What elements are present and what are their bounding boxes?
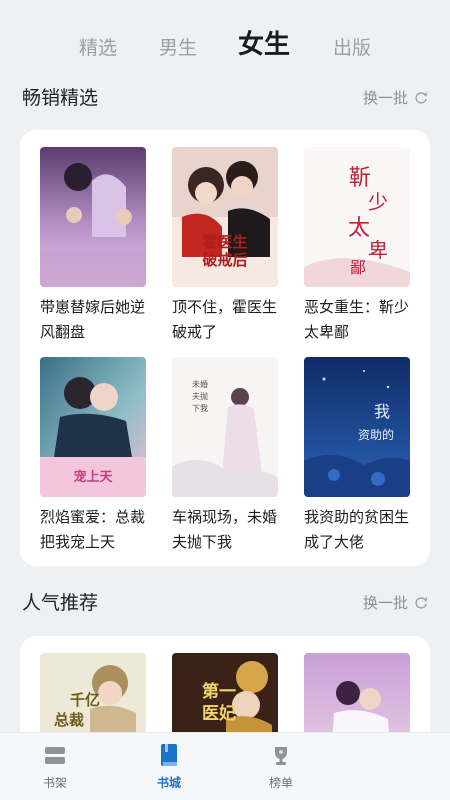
svg-text:夫抛: 夫抛 (192, 391, 208, 401)
book-item[interactable]: 带崽替嫁后她逆风翻盘 (40, 147, 146, 345)
tab-male[interactable]: 男生 (138, 28, 218, 68)
tab-female[interactable]: 女生 (224, 25, 304, 65)
book-item[interactable]: 靳 少 太 卑 鄙 恶女重生：靳少太卑鄙 (304, 147, 410, 345)
bookshelf-icon (10, 743, 100, 769)
book-cover: 靳 少 太 卑 鄙 (304, 147, 410, 287)
category-tabs: 精选 男生 女生 出版 (0, 28, 450, 68)
book-item[interactable]: 未婚 夫抛 下我 车祸现场，未婚夫抛下我 (172, 357, 278, 555)
refresh-icon (414, 596, 428, 610)
book-title: 恶女重生：靳少太卑鄙 (304, 298, 410, 341)
svg-text:宠上天: 宠上天 (73, 469, 113, 485)
bestseller-section-header: 畅销精选 换一批 (0, 83, 450, 113)
svg-text:鄙: 鄙 (350, 258, 366, 277)
section-title: 人气推荐 (22, 592, 99, 614)
book-item[interactable]: 宠上天 烈焰蜜爱：总裁把我宠上天 (40, 357, 146, 555)
refresh-batch-button[interactable]: 换一批 (363, 588, 428, 618)
nav-label: 榜单 (268, 776, 293, 790)
svg-text:下我: 下我 (192, 403, 208, 413)
book-cover: 我 资助的 (304, 357, 410, 497)
svg-text:总裁: 总裁 (54, 711, 84, 729)
nav-book-store[interactable]: 书城 (124, 743, 214, 791)
refresh-icon (414, 91, 428, 105)
svg-text:太: 太 (348, 216, 370, 241)
book-title: 顶不住，霍医生破戒了 (172, 298, 278, 341)
svg-text:千亿: 千亿 (70, 691, 100, 709)
trophy-icon (236, 743, 326, 769)
svg-text:未婚: 未婚 (192, 379, 208, 389)
book-title: 烈焰蜜爱：总裁把我宠上天 (40, 508, 146, 551)
section-title: 畅销精选 (22, 87, 99, 109)
nav-bookshelf[interactable]: 书架 (10, 743, 100, 791)
svg-text:卑: 卑 (368, 238, 388, 262)
refresh-batch-button[interactable]: 换一批 (363, 83, 428, 113)
svg-text:靳: 靳 (349, 166, 371, 191)
tab-featured[interactable]: 精选 (58, 28, 138, 68)
book-item[interactable]: 我 资助的 我资助的贫困生成了大佬 (304, 357, 410, 555)
book-title: 车祸现场，未婚夫抛下我 (172, 508, 278, 551)
svg-text:资助的: 资助的 (358, 427, 394, 442)
tab-publishing[interactable]: 出版 (312, 28, 392, 68)
book-cover: 霍医生 破戒后 (172, 147, 278, 287)
refresh-batch-label: 换一批 (362, 594, 408, 612)
refresh-batch-label: 换一批 (362, 89, 408, 107)
popular-section-header: 人气推荐 换一批 (0, 588, 450, 618)
svg-text:我: 我 (374, 402, 390, 421)
book-cover: 宠上天 (40, 357, 146, 497)
book-store-icon (124, 743, 214, 769)
book-title: 带崽替嫁后她逆风翻盘 (40, 298, 146, 341)
nav-label: 书架 (42, 776, 67, 790)
book-cover (40, 147, 146, 287)
svg-text:医妃: 医妃 (202, 703, 236, 724)
svg-text:少: 少 (368, 190, 388, 214)
nav-label: 书城 (156, 776, 181, 790)
bestseller-card: 带崽替嫁后她逆风翻盘 霍医生 破戒后 顶不住，霍医生破戒了 靳 少 太 卑 鄙 … (20, 130, 430, 566)
svg-text:破戒后: 破戒后 (202, 251, 247, 269)
book-item[interactable]: 霍医生 破戒后 顶不住，霍医生破戒了 (172, 147, 278, 345)
nav-rankings[interactable]: 榜单 (236, 743, 326, 791)
svg-text:霍医生: 霍医生 (202, 233, 247, 251)
bottom-nav: 书架 书城 榜单 (0, 732, 450, 800)
book-title: 我资助的贫困生成了大佬 (304, 508, 410, 551)
svg-text:第一: 第一 (202, 681, 236, 702)
book-cover: 未婚 夫抛 下我 (172, 357, 278, 497)
